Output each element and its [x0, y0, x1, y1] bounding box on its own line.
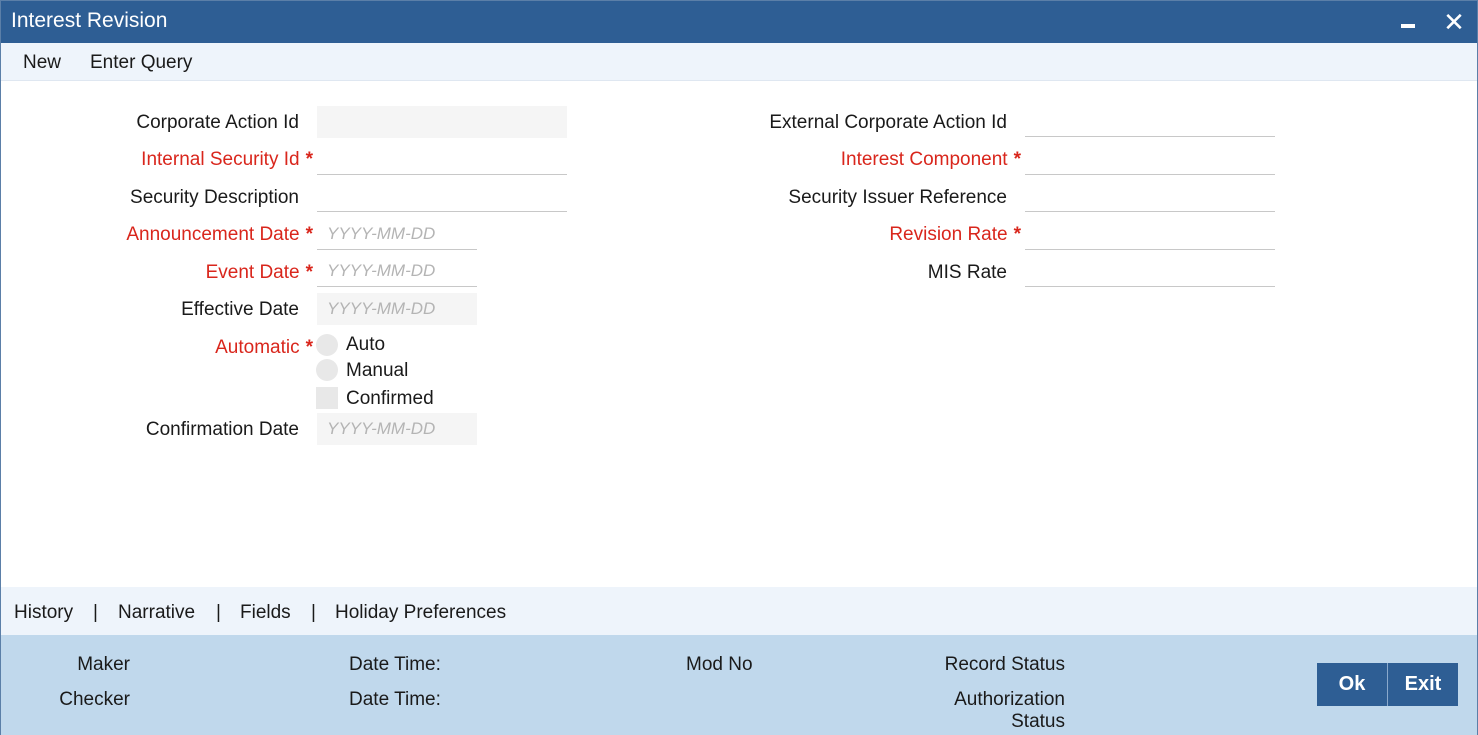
mis-rate-field[interactable]: [1025, 255, 1275, 287]
security-issuer-reference-field[interactable]: [1025, 180, 1275, 212]
internal-security-id-field[interactable]: [317, 143, 567, 175]
enter-query-button[interactable]: Enter Query: [90, 52, 192, 74]
automatic-label: Automatic *: [215, 337, 313, 358]
action-buttons: Ok Exit: [1317, 663, 1458, 706]
authorization-status-label-line2: Status: [1011, 711, 1065, 732]
security-description-field[interactable]: [317, 180, 567, 212]
checker-label: Checker: [59, 689, 130, 710]
minimize-icon[interactable]: [1393, 7, 1423, 37]
revision-rate-field[interactable]: [1025, 218, 1275, 250]
narrative-link[interactable]: Narrative: [118, 602, 195, 624]
authorization-status-label: Authorization: [954, 689, 1065, 710]
external-corporate-action-id-field[interactable]: [1025, 105, 1275, 137]
security-description-label: Security Description: [130, 187, 299, 208]
interest-component-field[interactable]: [1025, 143, 1275, 175]
holiday-preferences-link[interactable]: Holiday Preferences: [335, 602, 506, 624]
history-link[interactable]: History: [14, 602, 73, 624]
maker-date-time-label: Date Time:: [349, 654, 441, 675]
manual-radio[interactable]: [316, 359, 338, 381]
auto-radio[interactable]: [316, 334, 338, 356]
close-icon[interactable]: ✕: [1439, 7, 1469, 37]
interest-component-label: Interest Component *: [840, 149, 1021, 170]
effective-date-field: [317, 293, 477, 325]
separator: |: [216, 602, 221, 623]
security-issuer-reference-label: Security Issuer Reference: [788, 187, 1007, 208]
corporate-action-id-field: [317, 106, 567, 138]
effective-date-label: Effective Date: [181, 299, 299, 320]
internal-security-id-label: Internal Security Id *: [141, 149, 313, 170]
manual-radio-label: Manual: [346, 360, 409, 381]
confirmed-checkbox[interactable]: [316, 387, 338, 409]
separator: |: [311, 602, 316, 623]
separator: |: [93, 602, 98, 623]
ok-button[interactable]: Ok: [1317, 663, 1388, 706]
revision-rate-label: Revision Rate *: [889, 224, 1021, 245]
checker-date-time-label: Date Time:: [349, 689, 441, 710]
toolbar: New Enter Query: [1, 43, 1477, 81]
fields-link[interactable]: Fields: [240, 602, 291, 624]
exit-button[interactable]: Exit: [1388, 663, 1458, 706]
confirmation-date-field: [317, 413, 477, 445]
sub-navigation: History | Narrative | Fields | Holiday P…: [1, 587, 1477, 635]
audit-footer: Maker Checker Date Time: Date Time: Mod …: [1, 635, 1477, 735]
title-bar: Interest Revision ✕: [1, 1, 1477, 43]
event-date-field[interactable]: [317, 255, 477, 287]
interest-revision-window: Interest Revision ✕ New Enter Query Corp…: [0, 0, 1478, 735]
announcement-date-field[interactable]: [317, 218, 477, 250]
auto-radio-label: Auto: [346, 334, 386, 355]
new-button[interactable]: New: [23, 52, 61, 74]
confirmation-date-label: Confirmation Date: [145, 419, 299, 440]
mod-no-label: Mod No: [686, 654, 753, 675]
record-status-label: Record Status: [944, 654, 1065, 675]
window-title: Interest Revision: [11, 9, 168, 32]
corporate-action-id-label: Corporate Action Id: [136, 112, 299, 133]
maker-label: Maker: [77, 654, 130, 675]
external-corporate-action-id-label: External Corporate Action Id: [769, 112, 1007, 133]
event-date-label: Event Date *: [205, 262, 313, 283]
confirmed-checkbox-label: Confirmed: [346, 388, 434, 409]
mis-rate-label: MIS Rate: [927, 262, 1007, 283]
announcement-date-label: Announcement Date *: [126, 224, 313, 245]
